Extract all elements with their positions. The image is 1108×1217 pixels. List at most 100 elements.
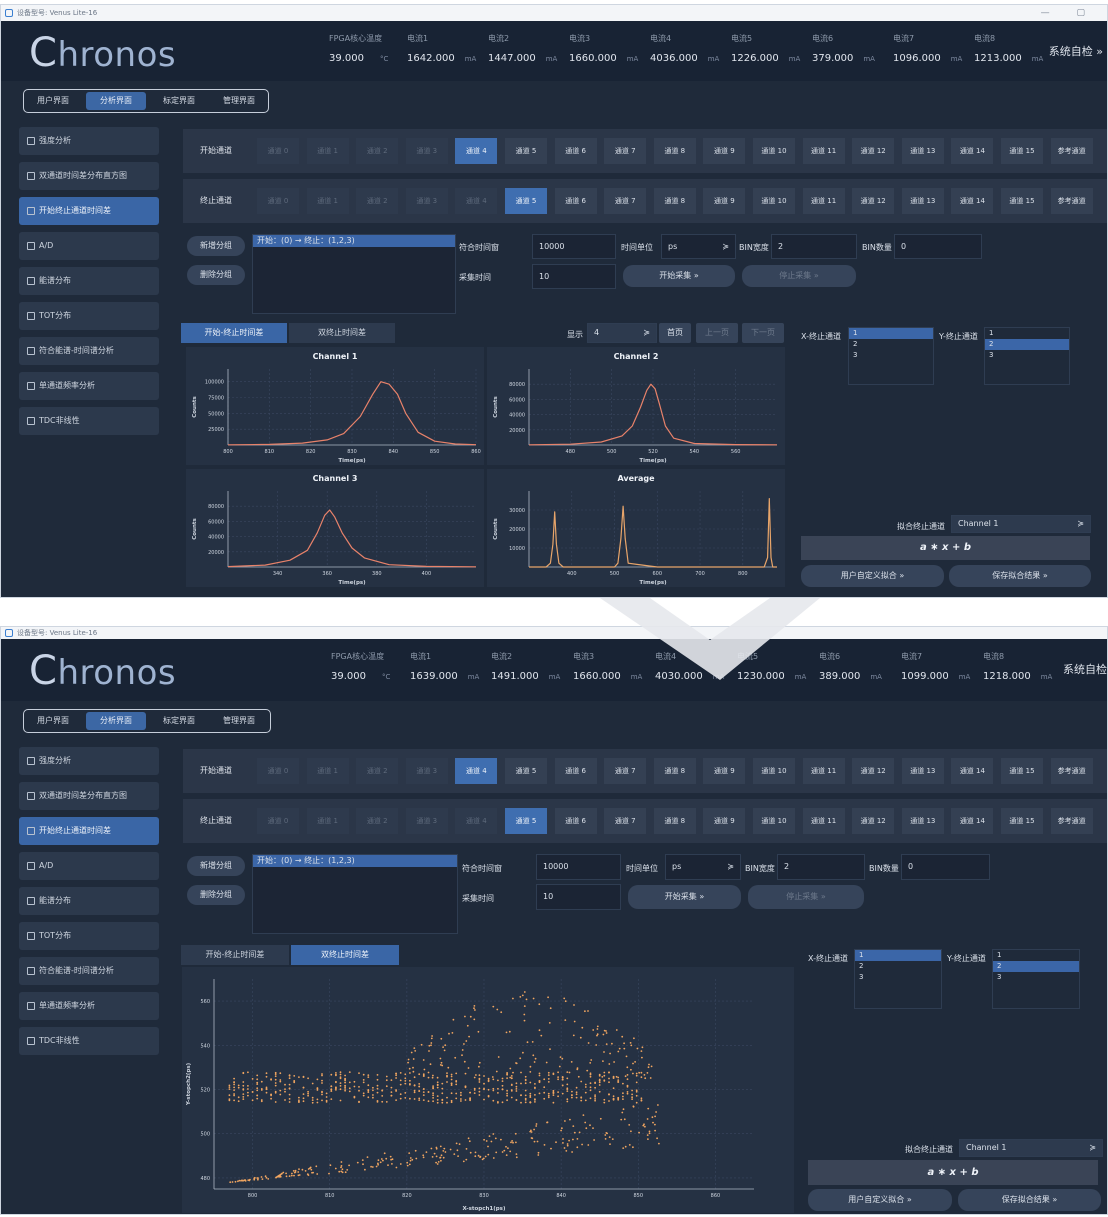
x-stop-list[interactable]: 1 2 3 — [848, 327, 934, 385]
list-item[interactable]: 2 — [855, 961, 941, 972]
tab-start-stop-diff[interactable]: 开始-终止时间差 — [181, 945, 289, 965]
sidebar-item-tot[interactable]: TOT分布 — [19, 302, 159, 330]
list-item[interactable]: 2 — [985, 339, 1069, 350]
save-fit-button[interactable]: 保存拟合结果 » — [958, 1189, 1101, 1211]
time-unit-select[interactable]: ps ≽ — [665, 854, 741, 880]
group-list[interactable]: 开始：(0) → 终止：(1,2,3) — [252, 854, 458, 934]
stop-acquisition-button[interactable]: 停止采集 » — [748, 885, 864, 909]
channel-button-7[interactable]: 通道 7 — [604, 138, 647, 164]
channel-button-14[interactable]: 通道 14 — [951, 138, 994, 164]
tab-dual-stop-diff[interactable]: 双终止时间差 — [289, 323, 395, 343]
channel-button-4[interactable]: 通道 4 — [455, 188, 498, 214]
tab-start-stop-diff[interactable]: 开始-终止时间差 — [181, 323, 287, 343]
channel-button-13[interactable]: 通道 13 — [901, 188, 944, 214]
list-item[interactable]: 3 — [985, 350, 1069, 361]
channel-button-12[interactable]: 通道 12 — [852, 138, 895, 164]
sidebar-item-start-stop[interactable]: 开始终止通道时间差 — [19, 197, 159, 225]
sidebar-item-energy[interactable]: 能谱分布 — [19, 267, 159, 295]
y-stop-list[interactable]: 1 2 3 — [992, 949, 1080, 1009]
channel-button-12[interactable]: 通道 12 — [852, 188, 895, 214]
channel-button-3[interactable]: 通道 3 — [405, 138, 448, 164]
channel-button-10[interactable]: 通道 10 — [753, 138, 795, 164]
channel-button-16[interactable]: 参考通道 — [1050, 808, 1093, 834]
channel-button-13[interactable]: 通道 13 — [901, 138, 944, 164]
channel-button-1[interactable]: 通道 1 — [306, 758, 349, 784]
tab-admin[interactable]: 管理界面 — [214, 712, 264, 730]
channel-button-8[interactable]: 通道 8 — [653, 808, 696, 834]
channel-button-3[interactable]: 通道 3 — [405, 188, 448, 214]
bin-width-input[interactable]: 2 — [777, 854, 865, 880]
channel-button-3[interactable]: 通道 3 — [405, 758, 448, 784]
channel-button-2[interactable]: 通道 2 — [356, 808, 399, 834]
list-item[interactable]: 1 — [993, 950, 1079, 961]
channel-button-14[interactable]: 通道 14 — [951, 758, 994, 784]
channel-button-14[interactable]: 通道 14 — [951, 188, 994, 214]
sidebar-item-frequency[interactable]: 单通道频率分析 — [19, 372, 159, 400]
channel-button-6[interactable]: 通道 6 — [554, 188, 597, 214]
sidebar-item-tot[interactable]: TOT分布 — [19, 922, 159, 950]
list-item[interactable]: 1 — [985, 328, 1069, 339]
list-item[interactable]: 1 — [855, 950, 941, 961]
x-stop-list[interactable]: 1 2 3 — [854, 949, 942, 1009]
channel-button-14[interactable]: 通道 14 — [951, 808, 994, 834]
self-check-button[interactable]: 系统自检 — [1063, 661, 1107, 677]
channel-button-4[interactable]: 通道 4 — [455, 138, 498, 164]
channel-button-11[interactable]: 通道 11 — [802, 138, 845, 164]
list-item[interactable]: 3 — [849, 350, 933, 361]
custom-fit-button[interactable]: 用户自定义拟合 » — [801, 565, 944, 587]
add-group-button[interactable]: 新增分组 — [187, 236, 245, 256]
show-count-select[interactable]: 4 ≽ — [587, 323, 657, 343]
channel-button-5[interactable]: 通道 5 — [505, 138, 547, 164]
sidebar-item-intensity[interactable]: 强度分析 — [19, 127, 159, 155]
sidebar-item-tdc[interactable]: TDC非线性 — [19, 407, 159, 435]
list-item[interactable]: 3 — [993, 972, 1079, 983]
channel-button-3[interactable]: 通道 3 — [405, 808, 448, 834]
y-stop-list[interactable]: 1 2 3 — [984, 327, 1070, 385]
sidebar-item-ad[interactable]: A/D — [19, 852, 159, 880]
sidebar-item-energy[interactable]: 能谱分布 — [19, 887, 159, 915]
channel-button-10[interactable]: 通道 10 — [753, 758, 795, 784]
tab-user[interactable]: 用户界面 — [30, 712, 76, 730]
sidebar-item-tdc[interactable]: TDC非线性 — [19, 1027, 159, 1055]
delete-group-button[interactable]: 删除分组 — [187, 885, 245, 905]
channel-button-4[interactable]: 通道 4 — [455, 758, 498, 784]
stop-acquisition-button[interactable]: 停止采集 » — [742, 265, 856, 287]
fit-channel-select[interactable]: Channel 1 ≽ — [959, 1139, 1103, 1157]
channel-button-9[interactable]: 通道 9 — [703, 758, 746, 784]
channel-button-5[interactable]: 通道 5 — [505, 808, 547, 834]
sidebar-item-frequency[interactable]: 单通道频率分析 — [19, 992, 159, 1020]
first-page-button[interactable]: 首页 — [659, 323, 691, 343]
sidebar-item-start-stop[interactable]: 开始终止通道时间差 — [19, 817, 159, 845]
list-item[interactable]: 2 — [993, 961, 1079, 972]
group-entry[interactable]: 开始：(0) → 终止：(1,2,3) — [253, 235, 455, 247]
channel-button-15[interactable]: 通道 15 — [1001, 138, 1043, 164]
start-acquisition-button[interactable]: 开始采集 » — [623, 265, 735, 287]
channel-button-7[interactable]: 通道 7 — [604, 758, 647, 784]
channel-button-8[interactable]: 通道 8 — [653, 138, 696, 164]
bin-count-input[interactable]: 0 — [901, 854, 990, 880]
fit-channel-select[interactable]: Channel 1 ≽ — [951, 515, 1091, 533]
channel-button-12[interactable]: 通道 12 — [852, 758, 895, 784]
sidebar-item-dual-histogram[interactable]: 双通道时间差分布直方图 — [19, 162, 159, 190]
bin-width-input[interactable]: 2 — [771, 234, 857, 259]
channel-button-1[interactable]: 通道 1 — [306, 138, 349, 164]
channel-button-9[interactable]: 通道 9 — [703, 808, 746, 834]
channel-button-0[interactable]: 通道 0 — [257, 808, 299, 834]
channel-button-2[interactable]: 通道 2 — [356, 188, 399, 214]
channel-button-10[interactable]: 通道 10 — [753, 808, 795, 834]
list-item[interactable]: 2 — [849, 339, 933, 350]
channel-button-8[interactable]: 通道 8 — [653, 188, 696, 214]
channel-button-8[interactable]: 通道 8 — [653, 758, 696, 784]
channel-button-0[interactable]: 通道 0 — [257, 188, 299, 214]
channel-button-5[interactable]: 通道 5 — [505, 758, 547, 784]
sidebar-item-coincidence[interactable]: 符合能谱-时间谱分析 — [19, 337, 159, 365]
tab-dual-stop-diff[interactable]: 双终止时间差 — [291, 945, 399, 965]
channel-button-16[interactable]: 参考通道 — [1050, 758, 1093, 784]
group-list[interactable]: 开始：(0) → 终止：(1,2,3) — [252, 234, 456, 314]
self-check-button[interactable]: 系统自检 » — [1049, 43, 1103, 59]
custom-fit-button[interactable]: 用户自定义拟合 » — [808, 1189, 952, 1211]
group-entry[interactable]: 开始：(0) → 终止：(1,2,3) — [253, 855, 457, 867]
sidebar-item-coincidence[interactable]: 符合能谱-时间谱分析 — [19, 957, 159, 985]
channel-button-11[interactable]: 通道 11 — [802, 188, 845, 214]
channel-button-13[interactable]: 通道 13 — [901, 808, 944, 834]
